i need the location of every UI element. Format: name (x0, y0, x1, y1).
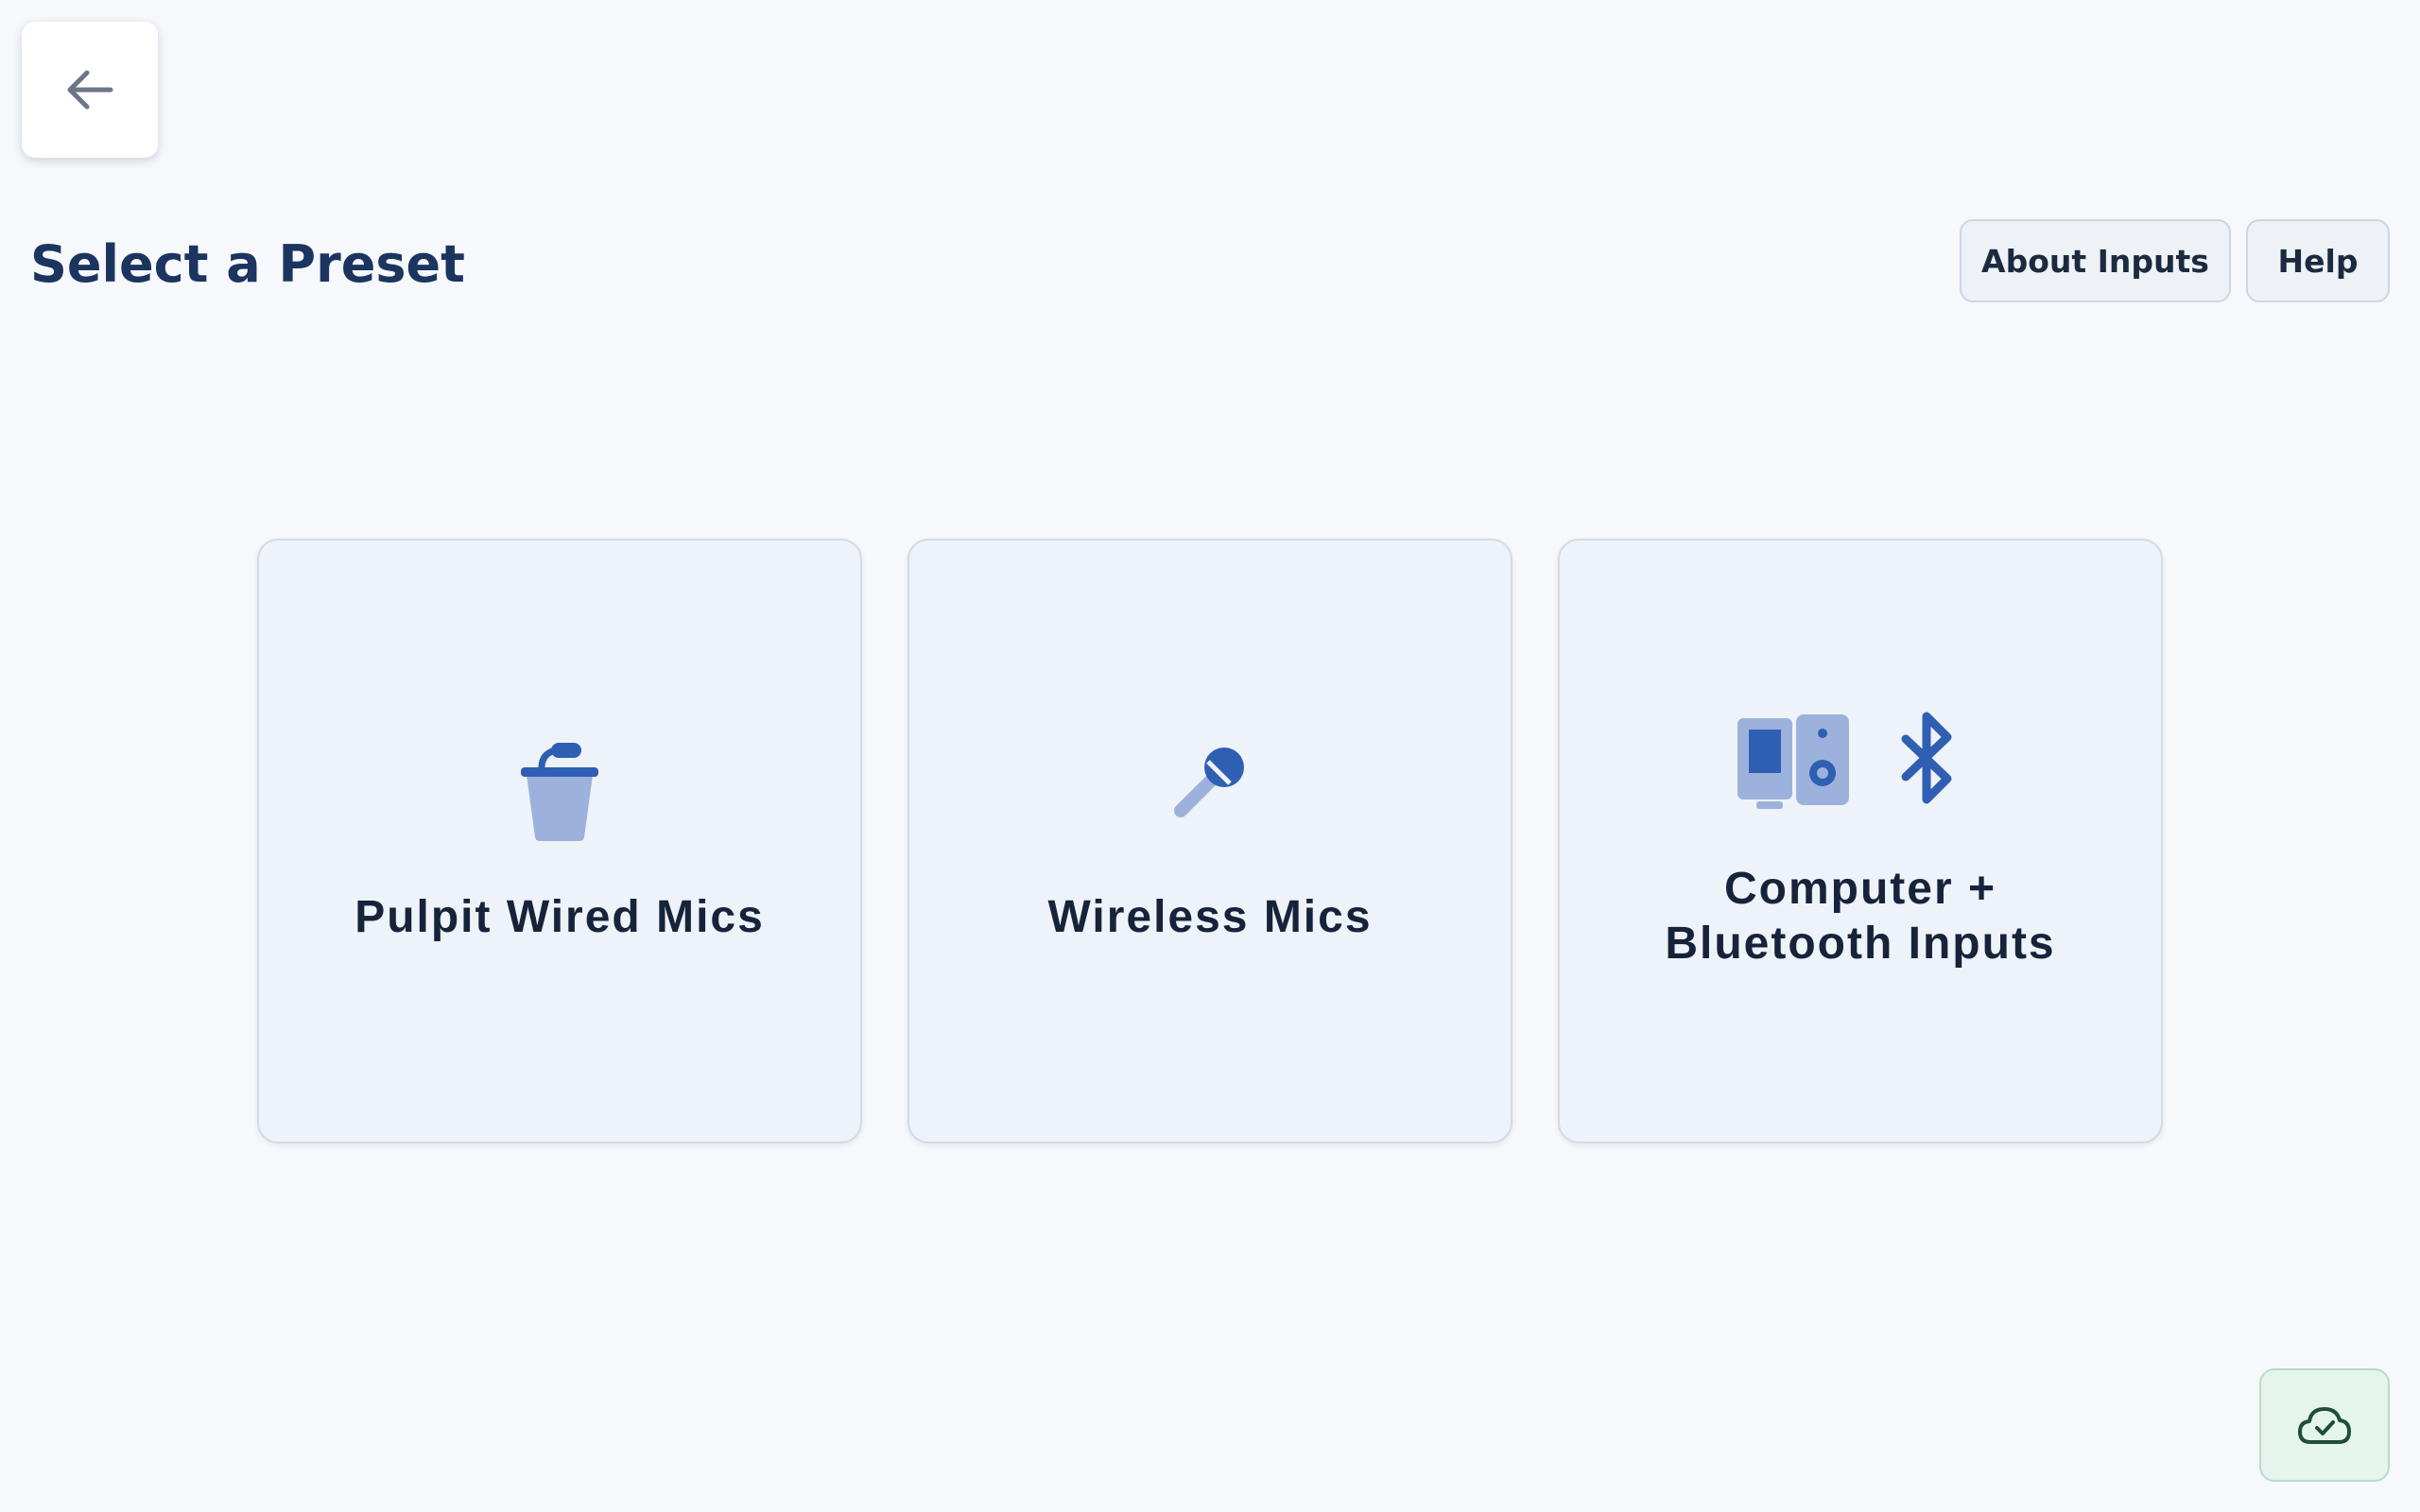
arrow-left-icon (67, 70, 113, 110)
preset-card-pulpit-wired-mics[interactable]: Pulpit Wired Mics (257, 539, 862, 1143)
preset-card-computer-bluetooth-inputs[interactable]: Computer + Bluetooth Inputs (1558, 539, 2163, 1143)
preset-card-wireless-mics[interactable]: Wireless Mics (908, 539, 1512, 1143)
cloud-check-icon (2298, 1407, 2351, 1444)
cloud-sync-button[interactable] (2259, 1368, 2390, 1482)
preset-label: Pulpit Wired Mics (354, 892, 765, 942)
pulpit-mic-icon (521, 743, 598, 841)
help-button[interactable]: Help (2246, 219, 2390, 302)
bluetooth-icon (1901, 712, 1952, 804)
computer-speaker-icon (1737, 714, 1849, 809)
computer-bluetooth-icons (1737, 712, 1952, 809)
page-title: Select a Preset (30, 234, 465, 294)
microphone-icon (1174, 747, 1244, 817)
back-button[interactable] (22, 22, 158, 158)
preset-label: Computer + Bluetooth Inputs (1665, 864, 2056, 969)
about-inputs-button[interactable]: About Inputs (1960, 219, 2231, 302)
preset-label: Wireless Mics (1047, 892, 1373, 942)
